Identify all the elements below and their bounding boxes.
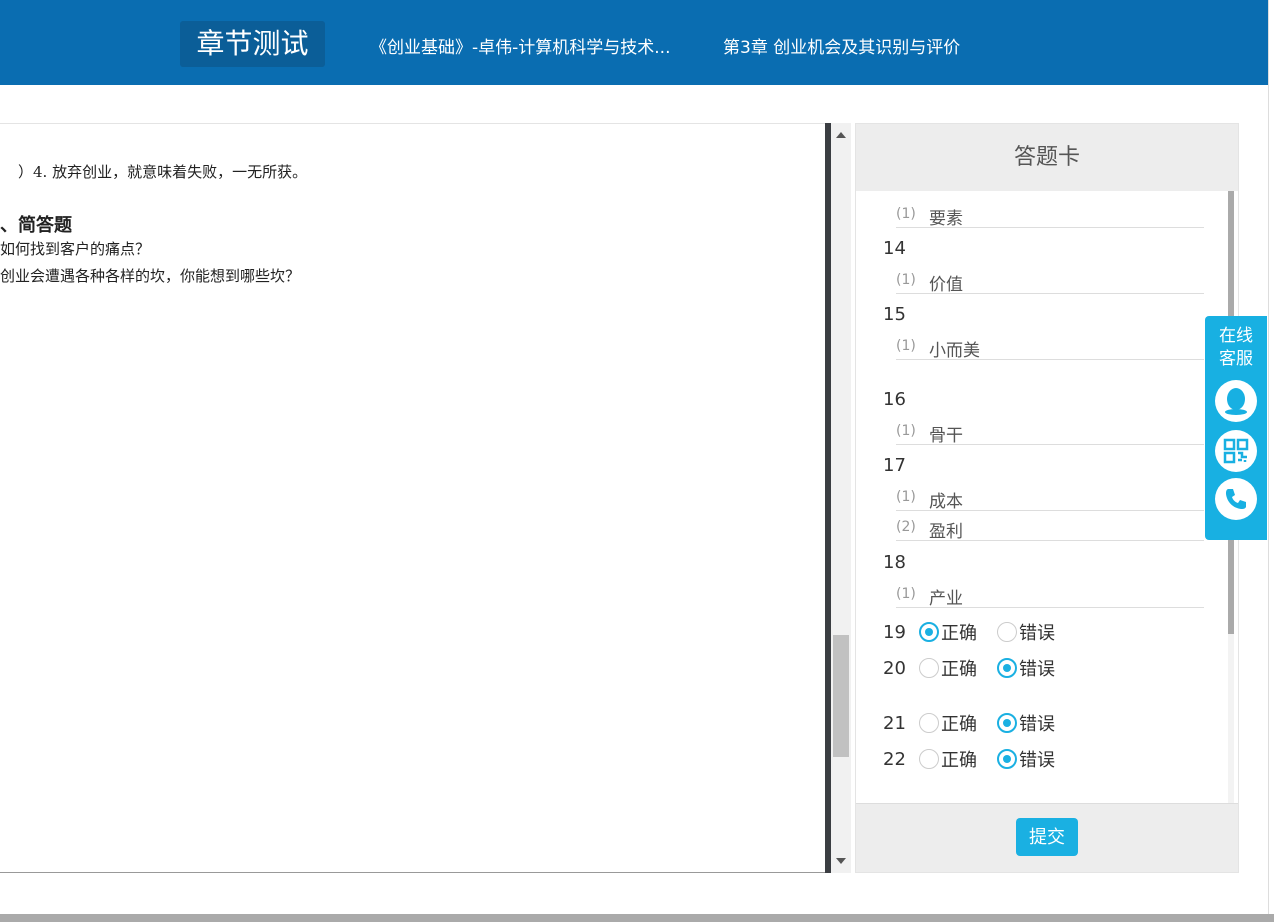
answer-input[interactable]: (1) 价值 [896,270,1204,295]
answer-value: 要素 [929,209,963,229]
radio-icon[interactable] [997,713,1017,733]
option-false[interactable]: 错误 [997,619,1055,645]
option-label: 错误 [1019,750,1055,771]
doc-line: 如何找到客户的痛点？ [0,240,151,258]
blank-number: (1) [896,338,916,354]
option-false[interactable]: 错误 [997,710,1055,736]
horizontal-scrollbar[interactable] [0,914,1274,922]
answer-card-footer: 提交 [856,803,1238,872]
course-link[interactable]: 《创业基础》-卓伟-计算机科学与技术... [370,33,670,58]
option-label: 正确 [941,714,977,735]
option-label: 正确 [941,623,977,644]
option-label: 错误 [1019,623,1055,644]
answer-input[interactable]: (1) 小而美 [896,336,1204,361]
scroll-down-icon[interactable] [836,858,846,864]
chapter-link[interactable]: 第3章 创业机会及其识别与评价 [723,33,960,58]
answer-card: 答题卡 (1) 要素 14 (1) 价值 15 (1) 小而美 16 (1) 骨干 17 (1) 成本(… [855,123,1239,873]
qr-code-icon[interactable] [1215,430,1257,472]
radio-icon[interactable] [997,622,1017,642]
radio-icon[interactable] [919,713,939,733]
radio-icon[interactable] [919,658,939,678]
option-label: 错误 [1019,659,1055,680]
option-true[interactable]: 正确 [919,746,977,772]
radio-icon[interactable] [919,622,939,642]
scroll-thumb[interactable] [833,635,849,757]
true-false-question: 19 正确 错误 [883,619,1075,645]
answer-value: 骨干 [929,426,963,446]
option-true[interactable]: 正确 [919,655,977,681]
radio-icon[interactable] [997,749,1017,769]
answer-input[interactable]: (1) 要素 [896,204,1204,229]
blank-number: (1) [896,586,916,602]
option-false[interactable]: 错误 [997,655,1055,681]
option-label: 正确 [941,750,977,771]
submit-button[interactable]: 提交 [1016,818,1078,856]
true-false-question: 21 正确 错误 [883,710,1075,736]
true-false-question: 20 正确 错误 [883,655,1075,681]
true-false-question: 22 正确 错误 [883,746,1075,772]
answer-value: 小而美 [929,341,980,361]
question-number: 16 [883,389,906,410]
answer-value: 盈利 [929,522,963,542]
question-number: 14 [883,238,906,259]
radio-icon[interactable] [919,749,939,769]
service-label-2: 客服 [1219,349,1253,369]
header: 章节测试 《创业基础》-卓伟-计算机科学与技术... 第3章 创业机会及其识别与… [0,0,1274,85]
question-number: 21 [883,712,906,734]
answer-input[interactable]: (1) 产业 [896,584,1204,609]
doc-heading: 、简答题 [0,215,72,236]
answer-card-title: 答题卡 [856,124,1238,191]
blank-number: (2) [896,519,916,535]
service-label-1: 在线 [1219,326,1253,346]
question-number: 18 [883,552,906,573]
answer-list: (1) 要素 14 (1) 价值 15 (1) 小而美 16 (1) 骨干 17 (1) 成本 (2) 盈利… [856,191,1238,803]
answer-value: 价值 [929,275,963,295]
service-label: 在线 客服 [1205,325,1267,371]
question-number: 20 [883,657,906,679]
doc-line: 创业会遭遇各种各样的坎，你能想到哪些坎？ [0,267,301,285]
question-number: 19 [883,621,906,643]
document-scrollbar[interactable] [831,123,851,873]
page-title: 章节测试 [180,21,325,67]
blank-number: (1) [896,272,916,288]
document-viewer: ）4. 放弃创业，就意味着失败，一无所获。 、简答题 如何找到客户的痛点？ 创业… [0,123,826,873]
option-true[interactable]: 正确 [919,619,977,645]
answer-input[interactable]: (1) 骨干 [896,421,1204,446]
question-number: 17 [883,455,906,476]
answer-input[interactable]: (2) 盈利 [896,517,1204,542]
option-false[interactable]: 错误 [997,746,1055,772]
answer-value: 成本 [929,492,963,512]
online-service-widget: 在线 客服 [1205,316,1267,540]
question-number: 22 [883,748,906,770]
blank-number: (1) [896,489,916,505]
blank-number: (1) [896,423,916,439]
phone-icon[interactable] [1215,478,1257,520]
question-number: 15 [883,304,906,325]
option-label: 错误 [1019,714,1055,735]
scroll-up-icon[interactable] [836,132,846,138]
page-scrollbar[interactable] [1268,0,1274,914]
option-label: 正确 [941,659,977,680]
option-true[interactable]: 正确 [919,710,977,736]
qq-icon[interactable] [1215,380,1257,422]
blank-number: (1) [896,206,916,222]
doc-line: ）4. 放弃创业，就意味着失败，一无所获。 [18,163,308,181]
radio-icon[interactable] [997,658,1017,678]
answer-input[interactable]: (1) 成本 [896,487,1204,512]
answer-value: 产业 [929,589,963,609]
